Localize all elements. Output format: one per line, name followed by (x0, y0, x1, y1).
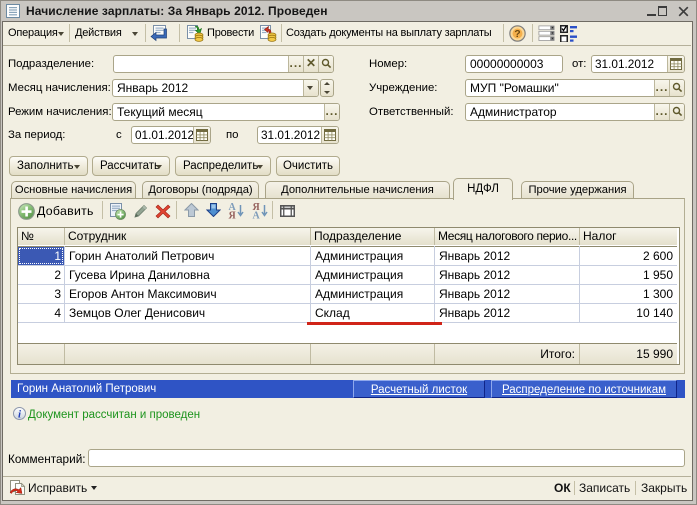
svg-text:?: ? (514, 28, 520, 40)
svg-text:Я: Я (229, 211, 237, 220)
svg-text:А: А (253, 211, 261, 220)
